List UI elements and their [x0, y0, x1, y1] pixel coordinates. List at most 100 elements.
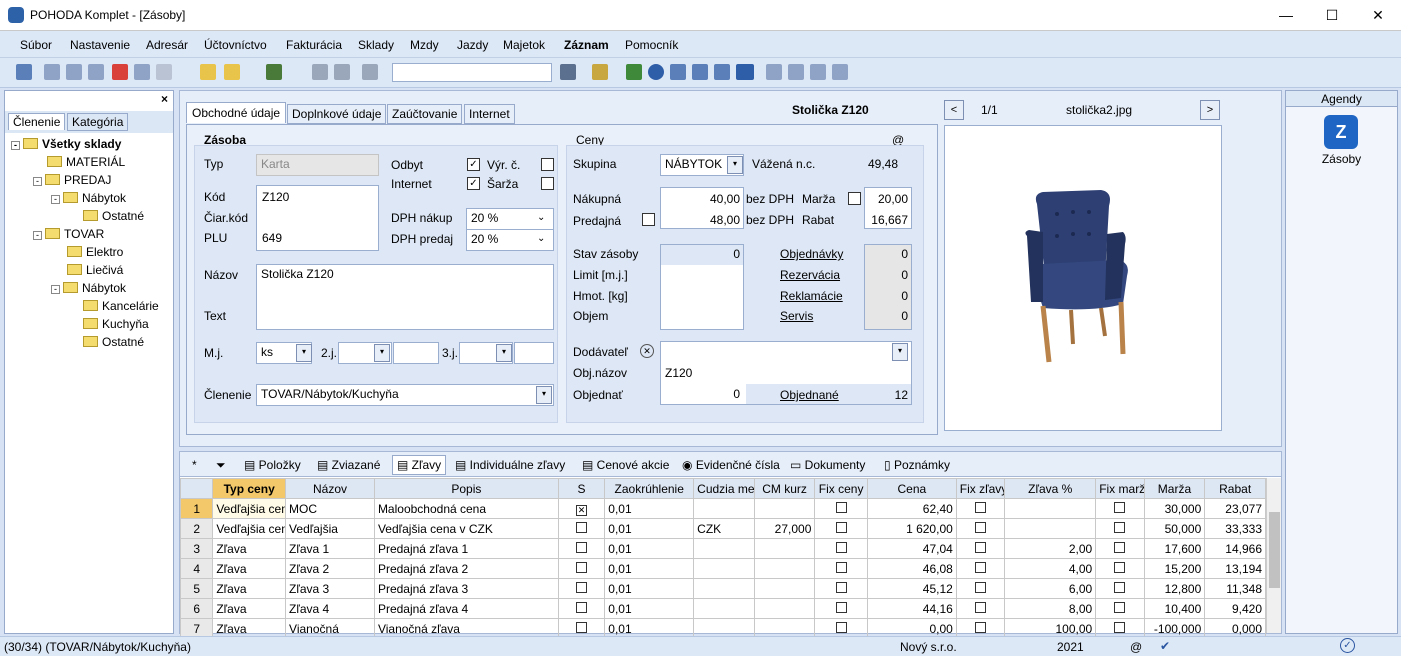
cell-checkbox[interactable] [557, 558, 606, 579]
table-cell[interactable] [693, 578, 755, 599]
tree-item[interactable]: Ostatné [83, 335, 144, 349]
table-cell[interactable]: 0,01 [604, 598, 695, 619]
collapse-icon[interactable]: - [33, 177, 42, 186]
checkbox-icon[interactable] [975, 501, 987, 513]
marza-checkbox[interactable] [848, 192, 861, 205]
tree-item[interactable]: MATERIÁL [47, 155, 125, 169]
chevron-down-icon[interactable]: ⌄ [537, 233, 545, 244]
clenenie-button[interactable]: ▾ [536, 386, 552, 404]
checkbox-icon[interactable]: ✕ [576, 504, 588, 516]
table-cell[interactable] [753, 498, 816, 519]
menu-zaznam[interactable]: Záznam [564, 38, 609, 52]
table-cell[interactable]: 27,000 [753, 518, 816, 539]
row-number[interactable]: 2 [179, 518, 214, 539]
scrollbar-thumb[interactable] [1269, 512, 1280, 588]
toolbar-icon[interactable] [334, 64, 350, 80]
maximize-icon[interactable]: ☐ [1309, 0, 1355, 31]
table-cell[interactable]: 12,800 [1143, 578, 1206, 599]
menu-majetok[interactable]: Majetok [503, 38, 545, 52]
odbyt-checkbox[interactable]: ✓ [467, 158, 480, 171]
toolbar-icon[interactable] [134, 64, 150, 80]
toolbar-icon[interactable] [362, 64, 378, 80]
zasoby-icon[interactable]: Z [1324, 115, 1358, 149]
edit-icon[interactable] [224, 64, 240, 80]
tree-item[interactable]: - TOVAR [33, 227, 104, 241]
table-cell[interactable]: 8,00 [1004, 598, 1097, 619]
menu-mzdy[interactable]: Mzdy [410, 38, 439, 52]
table-cell[interactable]: 1 620,00 [866, 518, 957, 539]
table-cell[interactable]: Zľava 2 [285, 558, 375, 579]
cell-checkbox[interactable] [1095, 498, 1145, 519]
table-row[interactable]: 3 Zľava Zľava 1 Predajná zľava 1 0,01 47,04 2,… [179, 538, 1266, 559]
col-header[interactable]: Cena [866, 478, 957, 499]
tree-item[interactable]: - PREDAJ [33, 173, 111, 187]
checkbox-icon[interactable] [835, 541, 847, 553]
calculator-icon[interactable] [670, 64, 686, 80]
prev-image-button[interactable]: < [944, 100, 964, 120]
menu-fakturacia[interactable]: Fakturácia [286, 38, 342, 52]
agendy-item-zasoby[interactable]: Zásoby [1286, 152, 1397, 166]
table-cell[interactable]: 11,348 [1204, 578, 1266, 599]
checkbox-icon[interactable] [835, 521, 847, 533]
cell-checkbox[interactable] [1095, 518, 1145, 539]
col-header[interactable]: CM kurz [753, 478, 816, 499]
filter-icon[interactable]: ⏷ [216, 458, 226, 473]
cell-checkbox[interactable] [814, 578, 868, 599]
tree-item[interactable]: Liečivá [67, 263, 123, 277]
table-cell[interactable]: Predajná zľava 4 [373, 598, 559, 619]
tab-polozky[interactable]: ▤ Položky [244, 458, 301, 472]
table-cell[interactable]: 0,01 [604, 498, 695, 519]
preview-icon[interactable] [88, 64, 104, 80]
cell-checkbox[interactable] [955, 518, 1006, 539]
tab-doplnkove-udaje[interactable]: Doplnkové údaje [287, 104, 387, 124]
cell-checkbox[interactable] [557, 598, 606, 619]
pdf-icon[interactable] [112, 64, 128, 80]
mj-button[interactable]: ▾ [296, 344, 312, 362]
cell-checkbox[interactable] [955, 598, 1006, 619]
checkbox-icon[interactable] [576, 621, 588, 633]
table-cell[interactable] [693, 498, 755, 519]
tab-internet[interactable]: Internet [464, 104, 515, 124]
table-cell[interactable]: Zľava [212, 538, 287, 559]
clear-icon[interactable]: ✕ [640, 344, 654, 358]
table-cell[interactable] [693, 538, 755, 559]
table-cell[interactable]: 62,40 [866, 498, 957, 519]
checkbox-icon[interactable] [835, 621, 847, 633]
j2-button[interactable]: ▾ [374, 344, 390, 362]
objednavky-link[interactable]: Objednávky [780, 247, 843, 261]
cell-checkbox[interactable]: ✕ [557, 498, 606, 519]
collapse-icon[interactable]: - [51, 195, 60, 204]
toolbar-icon[interactable] [592, 64, 608, 80]
table-cell[interactable]: 50,000 [1143, 518, 1206, 539]
filter-icon[interactable] [560, 64, 576, 80]
table-cell[interactable] [753, 538, 816, 559]
predajna-checkbox[interactable] [642, 213, 655, 226]
table-cell[interactable] [693, 558, 755, 579]
j3-button[interactable]: ▾ [496, 344, 512, 362]
table-cell[interactable]: Zľava [212, 558, 287, 579]
minimize-icon[interactable]: — [1263, 0, 1309, 31]
tree-item[interactable]: Elektro [67, 245, 123, 259]
table-cell[interactable]: Vedľajšia cen [212, 498, 287, 519]
close-panel-icon[interactable]: × [161, 92, 168, 106]
cell-checkbox[interactable] [814, 498, 868, 519]
table-cell[interactable]: 9,420 [1204, 598, 1266, 619]
help-icon[interactable] [832, 64, 848, 80]
kod-input[interactable]: Z120 [262, 190, 289, 204]
typ-select[interactable]: Karta [256, 154, 379, 176]
arrow-left-icon[interactable] [266, 64, 282, 80]
tab-poznamky[interactable]: ▯ Poznámky [884, 458, 950, 472]
menu-nastavenie[interactable]: Nastavenie [70, 38, 130, 52]
checkbox-icon[interactable] [1114, 581, 1126, 593]
col-header[interactable]: Fix zľavy [955, 478, 1006, 499]
tab-clenenie[interactable]: Členenie [8, 113, 66, 130]
table-row[interactable]: 1 Vedľajšia cen MOC Maloobchodná cena ✕ 0,01 6… [179, 498, 1266, 519]
menu-pomocnik[interactable]: Pomocník [625, 38, 678, 52]
checkbox-icon[interactable] [975, 561, 987, 573]
table-cell[interactable]: 0,01 [604, 558, 695, 579]
table-cell[interactable]: 2,00 [1004, 538, 1097, 559]
toolbar-icon[interactable] [714, 64, 730, 80]
checkbox-icon[interactable] [576, 581, 588, 593]
cell-checkbox[interactable] [955, 578, 1006, 599]
table-cell[interactable] [1004, 498, 1097, 519]
